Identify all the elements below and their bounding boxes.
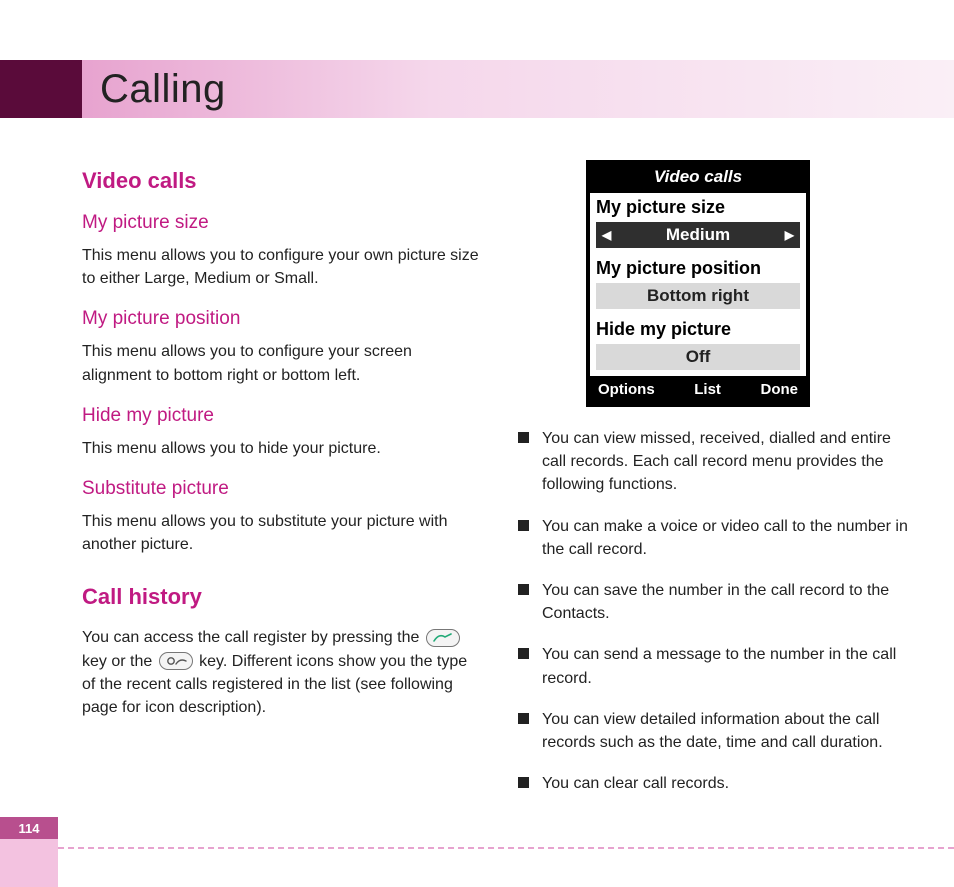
softkey-center: List [694, 381, 721, 398]
video-key-icon [159, 652, 193, 670]
list-item: You can make a voice or video call to th… [518, 515, 914, 561]
subhead-hide-my-picture: Hide my picture [82, 405, 482, 427]
header-band: Calling [0, 60, 954, 118]
text-my-picture-position: This menu allows you to configure your s… [82, 340, 482, 386]
footer-divider [58, 847, 954, 849]
section-call-history: Call history [82, 584, 482, 610]
page-title: Calling [100, 67, 226, 112]
left-column: Video calls My picture size This menu al… [82, 160, 482, 817]
side-accent [0, 839, 58, 887]
list-item: You can clear call records. [518, 772, 914, 795]
section-video-calls: Video calls [82, 168, 482, 194]
phone-row-value: Bottom right [596, 283, 800, 309]
phone-row-label: My picture position [590, 254, 806, 283]
bullet-list: You can view missed, received, dialled a… [518, 427, 914, 795]
right-arrow-icon: ▶ [785, 228, 794, 242]
phone-value: Medium [666, 225, 730, 244]
phone-row-value: Off [596, 344, 800, 370]
list-item: You can send a message to the number in … [518, 643, 914, 689]
text-my-picture-size: This menu allows you to configure your o… [82, 244, 482, 290]
content: Video calls My picture size This menu al… [82, 160, 914, 817]
phone-value: Off [686, 347, 711, 366]
phone-row-label: My picture size [590, 193, 806, 222]
softkey-left: Options [598, 381, 655, 398]
text-fragment: key or the [82, 653, 157, 670]
phone-softkeys: Options List Done [590, 376, 806, 403]
header-bg: Calling [82, 60, 954, 118]
phone-value: Bottom right [647, 286, 749, 305]
right-column: Video calls My picture size ◀ Medium ▶ M… [518, 160, 914, 817]
subhead-substitute-picture: Substitute picture [82, 478, 482, 500]
left-arrow-icon: ◀ [602, 228, 611, 242]
phone-row-value-selected: ◀ Medium ▶ [596, 222, 800, 248]
list-item: You can view missed, received, dialled a… [518, 427, 914, 497]
page: Calling Video calls My picture size This… [0, 0, 954, 887]
header-accent [0, 60, 82, 118]
subhead-my-picture-size: My picture size [82, 212, 482, 234]
text-fragment: You can access the call register by pres… [82, 629, 424, 646]
phone-screenshot: Video calls My picture size ◀ Medium ▶ M… [586, 160, 810, 407]
softkey-right: Done [761, 381, 799, 398]
send-key-icon [426, 629, 460, 647]
phone-title: Video calls [590, 164, 806, 193]
text-substitute-picture: This menu allows you to substitute your … [82, 510, 482, 556]
text-hide-my-picture: This menu allows you to hide your pictur… [82, 437, 482, 460]
list-item: You can save the number in the call reco… [518, 579, 914, 625]
page-number: 114 [0, 817, 58, 839]
phone-row-label: Hide my picture [590, 315, 806, 344]
text-call-history: You can access the call register by pres… [82, 626, 482, 719]
subhead-my-picture-position: My picture position [82, 308, 482, 330]
list-item: You can view detailed information about … [518, 708, 914, 754]
